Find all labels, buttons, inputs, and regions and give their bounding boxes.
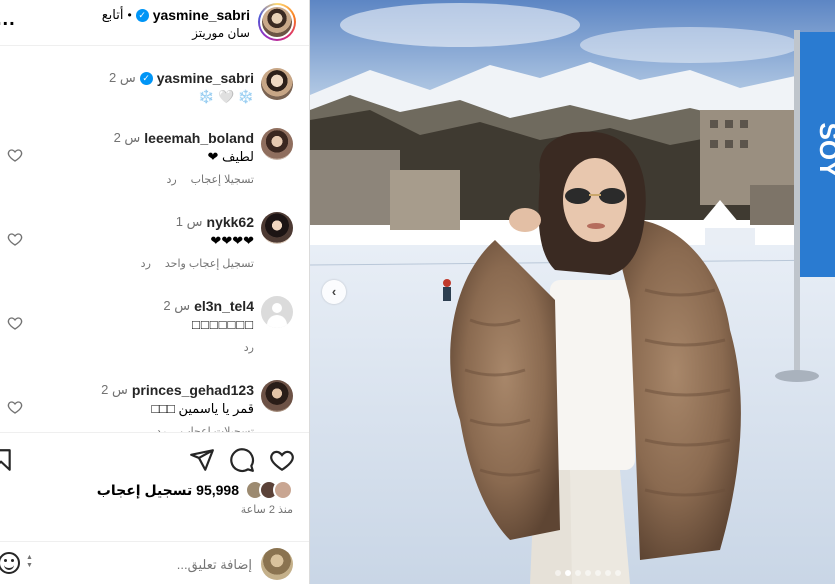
- carousel-dot: [555, 570, 561, 576]
- carousel-dot: [595, 570, 601, 576]
- comment-header: 2 س princes_gehad123: [101, 382, 254, 398]
- share-send-icon[interactable]: [189, 447, 215, 473]
- comment-bubble-icon[interactable]: [229, 447, 255, 473]
- comment-time[interactable]: 2 س: [109, 70, 136, 86]
- comments-panel: ... أتابع • ✓ yasmine_sabri سان موريتز 2…: [0, 0, 310, 584]
- like-comment-heart-icon[interactable]: [7, 315, 23, 331]
- save-bookmark-icon[interactable]: [0, 447, 14, 473]
- comment-header: 2 س el3n_tel4: [163, 298, 254, 314]
- verified-badge-icon: ✓: [139, 71, 153, 85]
- carousel-dot-active: [565, 570, 571, 576]
- likes-count: 95,998: [196, 481, 239, 498]
- comment-time[interactable]: 2 س: [114, 130, 141, 146]
- comment-item: 2 س leeemah_boland لطيف ❤ تسجيلا إعجاب ر…: [0, 122, 309, 194]
- carousel-dots: [555, 570, 621, 576]
- post-actions: 95,998 تسجيل إعجاب منذ 2 ساعة ▲ ▼: [0, 432, 309, 584]
- comment-time[interactable]: 2 س: [101, 382, 128, 398]
- author-avatar[interactable]: [258, 3, 296, 41]
- caption-comment: 2 س ✓ yasmine_sabri ❄️ 🤍 ❄️: [0, 62, 309, 108]
- comment-item: 2 س el3n_tel4 □□□□□□□ رد: [0, 290, 309, 362]
- carousel-dot: [575, 570, 581, 576]
- follow-button[interactable]: أتابع: [102, 7, 124, 23]
- liker-avatar: [273, 480, 293, 500]
- verified-badge-icon: ✓: [135, 8, 149, 22]
- comment-username[interactable]: princes_gehad123: [132, 382, 254, 398]
- carousel-dot: [605, 570, 611, 576]
- separator-dot: •: [127, 8, 132, 22]
- like-comment-heart-icon[interactable]: [7, 147, 23, 163]
- more-options-button[interactable]: ...: [0, 8, 16, 31]
- carousel-dot: [615, 570, 621, 576]
- likers-avatars: [245, 480, 293, 500]
- comment-text: قمر يا ياسمين □□□: [151, 401, 254, 416]
- avatar[interactable]: [261, 212, 293, 244]
- comment-time[interactable]: 2 س: [163, 298, 190, 314]
- author-line: أتابع • ✓ yasmine_sabri: [102, 7, 250, 23]
- comment-meta: رد: [244, 341, 254, 354]
- comment-likes[interactable]: تسجيل إعجاب واحد: [165, 257, 254, 270]
- post-photo: SOY: [310, 0, 835, 584]
- likes-label: تسجيل إعجاب: [96, 481, 193, 498]
- comment-text: ❤❤❤❤: [210, 233, 254, 248]
- avatar[interactable]: [261, 68, 293, 100]
- comment-text: ❄️ 🤍 ❄️: [198, 89, 254, 104]
- comment-item: 1 س nykk62 ❤❤❤❤ تسجيل إعجاب واحد رد: [0, 206, 309, 278]
- author-username[interactable]: yasmine_sabri: [153, 7, 250, 23]
- comment-meta: تسجيلا إعجاب رد: [166, 173, 254, 186]
- comment-username[interactable]: leeemah_boland: [144, 130, 254, 146]
- emoji-smiley-icon[interactable]: [0, 552, 20, 574]
- likes-summary[interactable]: 95,998 تسجيل إعجاب: [97, 480, 293, 500]
- comment-header: 2 س leeemah_boland: [114, 130, 254, 146]
- like-comment-heart-icon[interactable]: [7, 231, 23, 247]
- post-header: ... أتابع • ✓ yasmine_sabri سان موريتز: [0, 0, 309, 46]
- reply-button[interactable]: رد: [244, 341, 254, 354]
- reply-button[interactable]: رد: [141, 257, 151, 270]
- comment-header: 2 س ✓ yasmine_sabri: [109, 70, 254, 86]
- previous-slide-button[interactable]: ‹: [322, 280, 346, 304]
- likes-count-label[interactable]: 95,998 تسجيل إعجاب: [97, 482, 239, 499]
- like-heart-icon[interactable]: [269, 447, 295, 473]
- comment-time[interactable]: 1 س: [176, 214, 203, 230]
- scroll-arrows-icon[interactable]: ▲ ▼: [26, 554, 36, 572]
- like-comment-heart-icon[interactable]: [7, 399, 23, 415]
- comment-item: 2 س princes_gehad123 قمر يا ياسمين □□□ ت…: [0, 374, 309, 438]
- comment-input[interactable]: [72, 554, 252, 574]
- current-user-avatar: [261, 548, 293, 580]
- post-media[interactable]: SOY ‹: [310, 0, 835, 584]
- avatar[interactable]: [261, 296, 293, 328]
- banner-text: SOY: [814, 123, 835, 178]
- comment-username[interactable]: yasmine_sabri: [157, 70, 254, 86]
- reply-button[interactable]: رد: [166, 173, 176, 186]
- comment-username[interactable]: el3n_tel4: [194, 298, 254, 314]
- comment-likes[interactable]: تسجيلا إعجاب: [191, 173, 254, 186]
- location-link[interactable]: سان موريتز: [192, 26, 250, 40]
- comment-username[interactable]: nykk62: [207, 214, 254, 230]
- post-time[interactable]: منذ 2 ساعة: [241, 503, 293, 516]
- comment-text: □□□□□□□: [192, 317, 254, 332]
- carousel-dot: [585, 570, 591, 576]
- avatar[interactable]: [261, 380, 293, 412]
- avatar[interactable]: [261, 128, 293, 160]
- comment-text: لطيف ❤: [207, 149, 254, 164]
- comment-meta: تسجيل إعجاب واحد رد: [141, 257, 254, 270]
- comment-header: 1 س nykk62: [176, 214, 254, 230]
- add-comment-bar: ▲ ▼: [0, 541, 309, 584]
